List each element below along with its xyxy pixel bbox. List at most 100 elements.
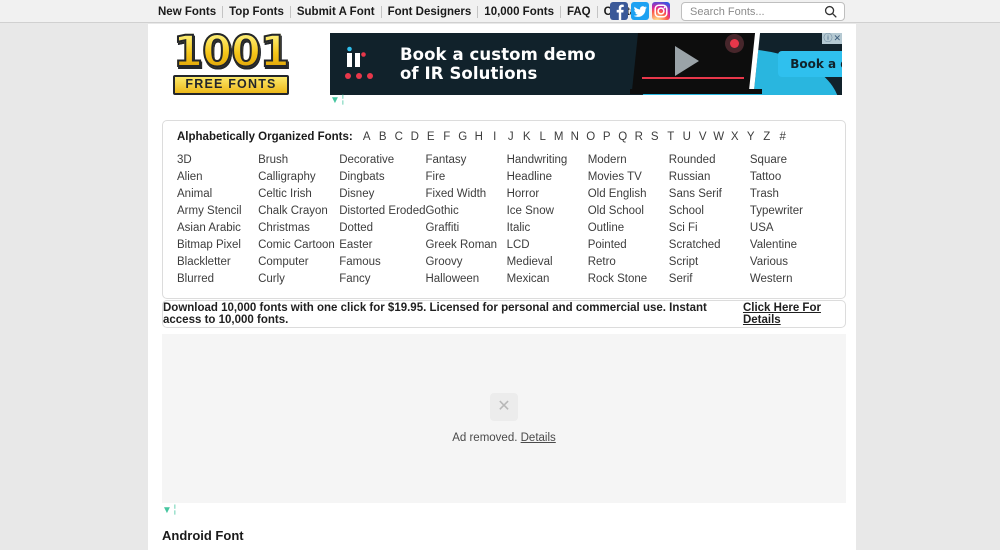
category-link[interactable]: Sci Fi — [669, 221, 750, 235]
category-link[interactable]: 3D — [177, 153, 258, 167]
category-link[interactable]: Gothic — [425, 204, 506, 218]
category-link[interactable]: Ice Snow — [507, 204, 588, 218]
category-link[interactable]: Serif — [669, 272, 750, 286]
category-link[interactable]: LCD — [507, 238, 588, 252]
category-link[interactable]: Fancy — [339, 272, 425, 286]
alphabet-link-o[interactable]: O — [583, 131, 599, 143]
promo-details-link[interactable]: Click Here For Details — [743, 302, 845, 326]
category-link[interactable]: Square — [750, 153, 831, 167]
category-link[interactable]: Dotted — [339, 221, 425, 235]
category-link[interactable]: Pointed — [588, 238, 669, 252]
alphabet-link-s[interactable]: S — [647, 131, 663, 143]
category-link[interactable]: Fantasy — [425, 153, 506, 167]
category-link[interactable]: Halloween — [425, 272, 506, 286]
alphabet-link-a[interactable]: A — [359, 131, 375, 143]
category-link[interactable]: Animal — [177, 187, 258, 201]
category-link[interactable]: Disney — [339, 187, 425, 201]
category-link[interactable]: Chalk Crayon — [258, 204, 339, 218]
category-link[interactable]: Trash — [750, 187, 831, 201]
category-link[interactable]: Decorative — [339, 153, 425, 167]
category-link[interactable]: Alien — [177, 170, 258, 184]
alphabet-link-x[interactable]: X — [727, 131, 743, 143]
alphabet-link-f[interactable]: F — [439, 131, 455, 143]
category-link[interactable]: Rounded — [669, 153, 750, 167]
alphabet-link-l[interactable]: L — [535, 131, 551, 143]
category-link[interactable]: Fire — [425, 170, 506, 184]
category-link[interactable]: Blackletter — [177, 255, 258, 269]
category-link[interactable]: Computer — [258, 255, 339, 269]
category-link[interactable]: Western — [750, 272, 831, 286]
category-link[interactable]: Valentine — [750, 238, 831, 252]
adchoices-info-icon[interactable]: ⓘ — [823, 33, 832, 44]
facebook-icon[interactable] — [610, 2, 628, 20]
twitter-icon[interactable] — [631, 2, 649, 20]
category-link[interactable]: Tattoo — [750, 170, 831, 184]
category-link[interactable]: Old English — [588, 187, 669, 201]
category-link[interactable]: School — [669, 204, 750, 218]
alphabet-link-b[interactable]: B — [375, 131, 391, 143]
category-link[interactable]: Script — [669, 255, 750, 269]
alphabet-link-r[interactable]: R — [631, 131, 647, 143]
alphabet-link-w[interactable]: W — [711, 131, 727, 143]
ad-close-icon[interactable]: ✕ — [833, 33, 841, 44]
alphabet-link-v[interactable]: V — [695, 131, 711, 143]
category-link[interactable]: Modern — [588, 153, 669, 167]
alphabet-link-e[interactable]: E — [423, 131, 439, 143]
nav-link-submit-a-font[interactable]: Submit A Font — [291, 6, 381, 18]
category-link[interactable]: Outline — [588, 221, 669, 235]
alphabet-link-u[interactable]: U — [679, 131, 695, 143]
category-link[interactable]: Army Stencil — [177, 204, 258, 218]
category-link[interactable]: Greek Roman — [425, 238, 506, 252]
alphabet-link-n[interactable]: N — [567, 131, 583, 143]
category-link[interactable]: Medieval — [507, 255, 588, 269]
category-link[interactable]: Curly — [258, 272, 339, 286]
category-link[interactable]: Movies TV — [588, 170, 669, 184]
banner-advertisement[interactable]: Book a custom demo of IR Solutions Book … — [330, 33, 842, 95]
alphabet-link-q[interactable]: Q — [615, 131, 631, 143]
category-link[interactable]: Rock Stone — [588, 272, 669, 286]
category-link[interactable]: Old School — [588, 204, 669, 218]
alphabet-link-c[interactable]: C — [391, 131, 407, 143]
category-link[interactable]: Russian — [669, 170, 750, 184]
category-link[interactable]: Blurred — [177, 272, 258, 286]
nav-link-top-fonts[interactable]: Top Fonts — [223, 6, 290, 18]
nav-link-font-designers[interactable]: Font Designers — [382, 6, 478, 18]
category-link[interactable]: Easter — [339, 238, 425, 252]
category-link[interactable]: Sans Serif — [669, 187, 750, 201]
category-link[interactable]: Handwriting — [507, 153, 588, 167]
alphabet-link-z[interactable]: Z — [759, 131, 775, 143]
category-link[interactable]: Mexican — [507, 272, 588, 286]
alphabet-link-g[interactable]: G — [455, 131, 471, 143]
category-link[interactable]: Christmas — [258, 221, 339, 235]
ad-details-link[interactable]: Details — [521, 432, 556, 444]
adchoices-controls[interactable]: ⓘ ✕ — [822, 33, 842, 44]
alphabet-link-k[interactable]: K — [519, 131, 535, 143]
category-link[interactable]: Retro — [588, 255, 669, 269]
nav-link-faq[interactable]: FAQ — [561, 6, 597, 18]
category-link[interactable]: Bitmap Pixel — [177, 238, 258, 252]
search-icon[interactable] — [824, 5, 844, 18]
category-link[interactable]: Comic Cartoon — [258, 238, 339, 252]
alphabet-link-t[interactable]: T — [663, 131, 679, 143]
category-link[interactable]: Various — [750, 255, 831, 269]
alphabet-link-p[interactable]: P — [599, 131, 615, 143]
alphabet-link-hash[interactable]: # — [775, 131, 791, 143]
alphabet-link-d[interactable]: D — [407, 131, 423, 143]
category-link[interactable]: Typewriter — [750, 204, 831, 218]
category-link[interactable]: Famous — [339, 255, 425, 269]
alphabet-link-y[interactable]: Y — [743, 131, 759, 143]
category-link[interactable]: Dingbats — [339, 170, 425, 184]
site-logo[interactable]: 1001 FREE FONTS — [162, 30, 300, 95]
alphabet-link-m[interactable]: M — [551, 131, 567, 143]
category-link[interactable]: Scratched — [669, 238, 750, 252]
category-link[interactable]: Fixed Width — [425, 187, 506, 201]
search-input[interactable]: Search Fonts... — [681, 2, 845, 21]
category-link[interactable]: Groovy — [425, 255, 506, 269]
category-link[interactable]: Brush — [258, 153, 339, 167]
instagram-icon[interactable] — [652, 2, 670, 20]
category-link[interactable]: Celtic Irish — [258, 187, 339, 201]
alphabet-link-j[interactable]: J — [503, 131, 519, 143]
alphabet-link-h[interactable]: H — [471, 131, 487, 143]
category-link[interactable]: Calligraphy — [258, 170, 339, 184]
nav-link-new-fonts[interactable]: New Fonts — [158, 6, 222, 18]
